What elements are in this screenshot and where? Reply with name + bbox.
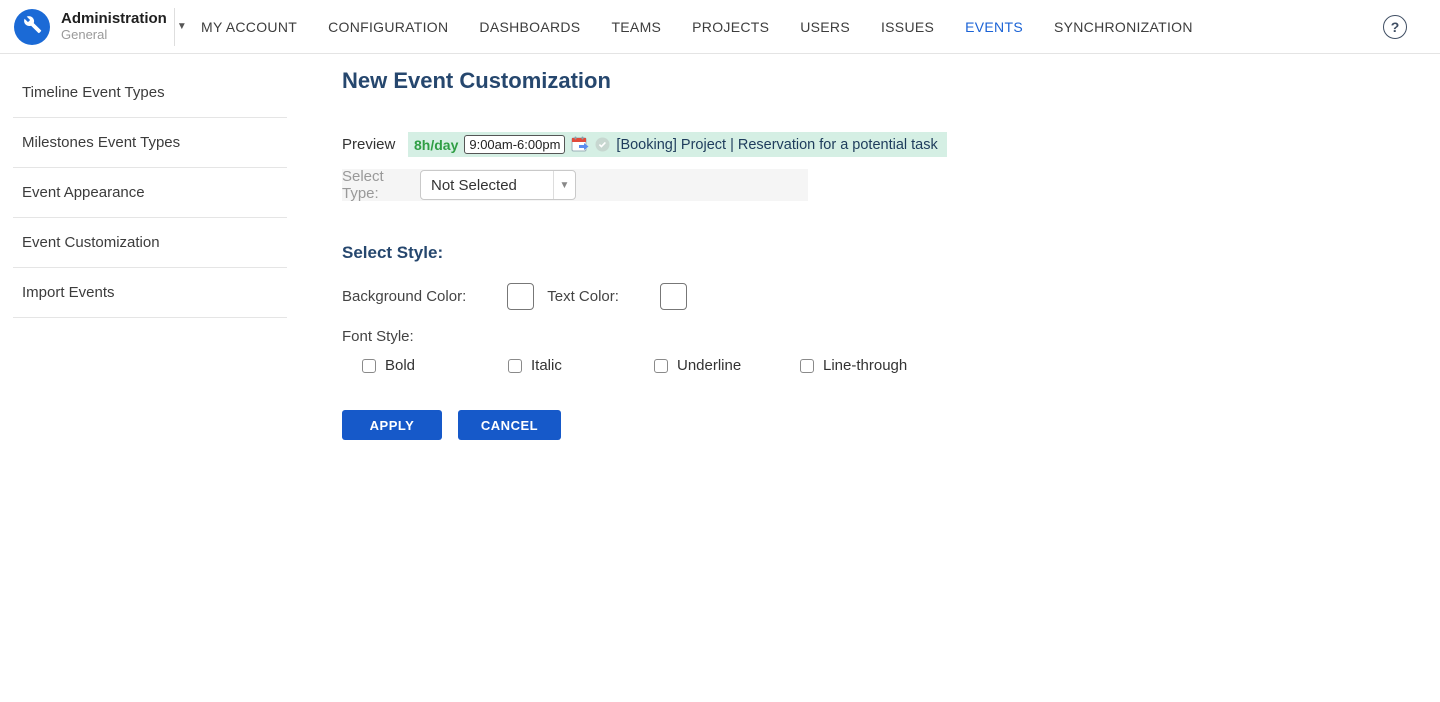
bold-label: Bold bbox=[385, 357, 415, 374]
background-color-swatch[interactable] bbox=[507, 283, 534, 310]
sidebar-item-event-customization[interactable]: Event Customization bbox=[13, 218, 287, 268]
sidebar-item-import-events[interactable]: Import Events bbox=[13, 268, 287, 318]
sidebar-item-timeline-event-types[interactable]: Timeline Event Types bbox=[13, 68, 287, 118]
wrench-icon bbox=[23, 15, 42, 39]
sidebar-item-milestones-event-types[interactable]: Milestones Event Types bbox=[13, 118, 287, 168]
menu-item-issues[interactable]: ISSUES bbox=[881, 19, 934, 35]
main-content: New Event Customization Preview 8h/day 9… bbox=[298, 54, 1440, 701]
menu-item-teams[interactable]: TEAMS bbox=[611, 19, 661, 35]
event-type-dropdown[interactable]: Not Selected ▼ bbox=[420, 170, 576, 200]
menu-item-events[interactable]: EVENTS bbox=[965, 19, 1023, 35]
menu-item-configuration[interactable]: CONFIGURATION bbox=[328, 19, 448, 35]
font-style-options: Bold Italic Underline Line-through bbox=[342, 357, 1440, 374]
event-type-dropdown-value: Not Selected bbox=[421, 177, 553, 194]
sidebar-item-event-appearance[interactable]: Event Appearance bbox=[13, 168, 287, 218]
italic-label: Italic bbox=[531, 357, 562, 374]
font-style-label: Font Style: bbox=[342, 328, 1440, 345]
cancel-button[interactable]: CANCEL bbox=[458, 410, 561, 440]
text-color-label: Text Color: bbox=[547, 288, 619, 305]
underline-label: Underline bbox=[677, 357, 741, 374]
background-color-label: Background Color: bbox=[342, 288, 466, 305]
check-circle-icon bbox=[595, 137, 610, 152]
menu-item-my-account[interactable]: MY ACCOUNT bbox=[201, 19, 297, 35]
underline-checkbox[interactable] bbox=[654, 359, 668, 373]
event-preview: 8h/day 9:00am-6:00pm bbox=[408, 132, 947, 157]
settings-sidebar: Timeline Event Types Milestones Event Ty… bbox=[0, 54, 298, 701]
admin-logo bbox=[14, 9, 50, 45]
bold-option: Bold bbox=[362, 357, 508, 374]
workspace-subtitle: General bbox=[61, 28, 167, 43]
italic-checkbox[interactable] bbox=[508, 359, 522, 373]
preview-hours-badge: 8h/day bbox=[414, 137, 458, 153]
top-navigation-bar: Administration General ▼ MY ACCOUNT CONF… bbox=[0, 0, 1440, 54]
italic-option: Italic bbox=[508, 357, 654, 374]
form-actions: APPLY CANCEL bbox=[342, 410, 1440, 440]
color-pickers-row: Background Color: Text Color: bbox=[342, 283, 1440, 310]
workspace-switcher[interactable]: Administration General ▼ bbox=[0, 9, 174, 45]
preview-label: Preview bbox=[342, 136, 408, 153]
workspace-title: Administration bbox=[61, 10, 167, 27]
preview-event-text: [Booking] Project | Reservation for a po… bbox=[616, 137, 937, 153]
page-title: New Event Customization bbox=[342, 68, 1440, 94]
preview-row: Preview 8h/day 9:00am-6:00pm bbox=[342, 132, 1440, 157]
line-through-label: Line-through bbox=[823, 357, 907, 374]
select-style-heading: Select Style: bbox=[342, 243, 1440, 263]
apply-button[interactable]: APPLY bbox=[342, 410, 442, 440]
menu-item-users[interactable]: USERS bbox=[800, 19, 850, 35]
text-color-swatch[interactable] bbox=[660, 283, 687, 310]
select-type-row: Select Type: Not Selected ▼ bbox=[342, 169, 808, 201]
menu-item-projects[interactable]: PROJECTS bbox=[692, 19, 769, 35]
line-through-checkbox[interactable] bbox=[800, 359, 814, 373]
main-menu: MY ACCOUNT CONFIGURATION DASHBOARDS TEAM… bbox=[175, 19, 1193, 35]
underline-option: Underline bbox=[654, 357, 800, 374]
chevron-down-icon[interactable]: ▼ bbox=[554, 180, 575, 191]
calendar-icon bbox=[571, 136, 589, 153]
help-icon[interactable]: ? bbox=[1383, 15, 1407, 39]
select-type-label: Select Type: bbox=[342, 168, 420, 202]
line-through-option: Line-through bbox=[800, 357, 946, 374]
menu-item-synchronization[interactable]: SYNCHRONIZATION bbox=[1054, 19, 1193, 35]
bold-checkbox[interactable] bbox=[362, 359, 376, 373]
menu-item-dashboards[interactable]: DASHBOARDS bbox=[479, 19, 580, 35]
preview-time-range: 9:00am-6:00pm bbox=[464, 135, 565, 154]
